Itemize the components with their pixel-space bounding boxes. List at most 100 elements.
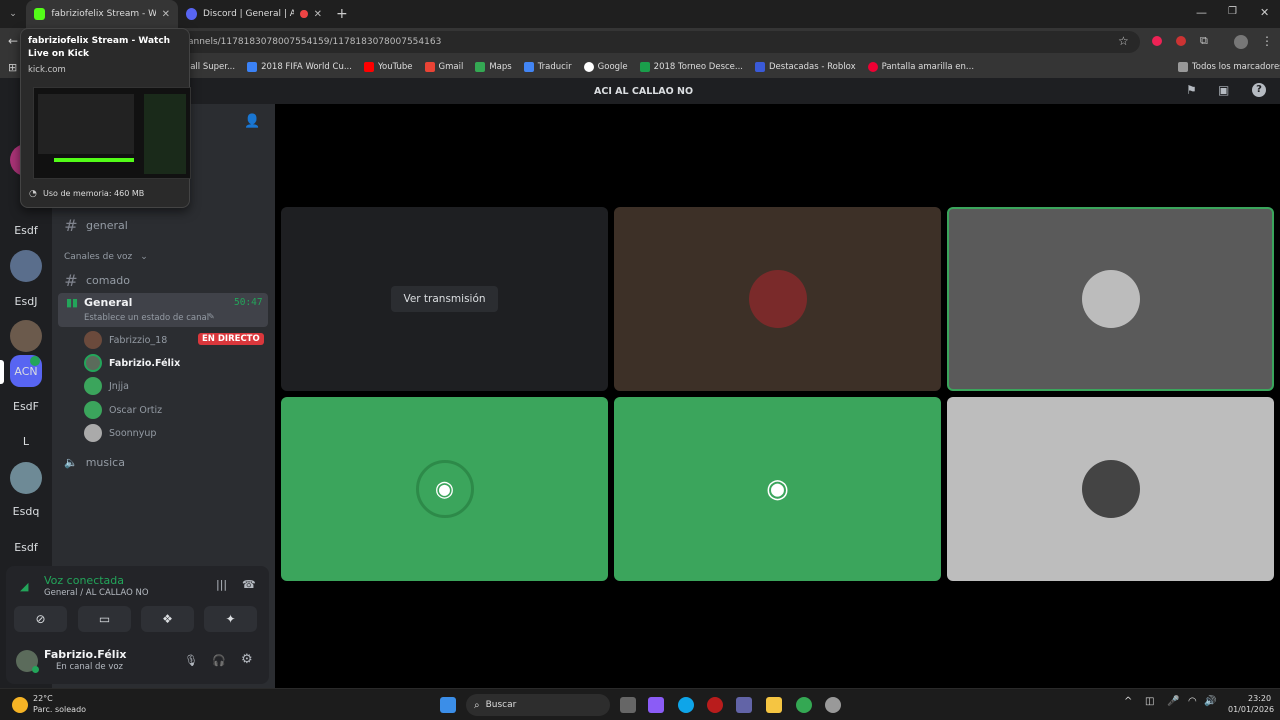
windows-start-icon[interactable] — [440, 697, 456, 713]
headphones-icon[interactable]: 🎧 — [212, 654, 226, 667]
bookmark[interactable]: Pantalla amarilla en... — [867, 62, 974, 72]
bookmark[interactable]: Traducir — [523, 62, 572, 72]
star-icon[interactable]: ☆ — [1118, 34, 1129, 48]
server-avatar[interactable] — [10, 250, 42, 282]
extension-icon[interactable] — [1176, 36, 1186, 46]
server-item[interactable]: Esdf — [10, 214, 42, 246]
all-bookmarks[interactable]: Todos los marcadores — [1178, 62, 1280, 72]
participant-tile[interactable]: ◉ — [614, 397, 941, 581]
voice-member[interactable]: Oscar Ortiz — [84, 401, 162, 419]
bookmark[interactable]: 2018 Torneo Desce... — [639, 62, 743, 72]
participant-tile[interactable] — [614, 207, 941, 391]
wifi-icon[interactable]: ◠ — [1188, 696, 1197, 707]
tab-menu-chevron-icon[interactable]: ⌄ — [0, 9, 26, 19]
server-item[interactable]: EsdF — [10, 390, 42, 422]
channel-general-voice[interactable]: ▮▮ General 50:47 Establece un estado de … — [58, 293, 268, 327]
edge-icon[interactable] — [678, 697, 694, 713]
server-item[interactable]: Esdf — [10, 531, 42, 563]
bookmark[interactable]: Gmail — [424, 62, 463, 72]
restore-button[interactable]: ❐ — [1228, 6, 1237, 17]
bookmark[interactable]: all Super... — [190, 62, 235, 72]
stream-tile[interactable]: Ver transmisión — [281, 207, 608, 391]
volume-icon[interactable]: 🔊 — [1204, 696, 1216, 707]
channel-status-prompt[interactable]: Establece un estado de canal — [84, 313, 209, 323]
screen-share-button[interactable]: ▭ — [78, 606, 131, 632]
tab-discord[interactable]: Discord | General | AL CALL ✕ — [178, 0, 330, 28]
tab-kick[interactable]: fabriziofelix Stream - Watch Live ✕ — [26, 0, 178, 28]
add-member-icon[interactable]: 👤 — [244, 114, 260, 129]
bookmark[interactable]: YouTube — [363, 62, 413, 72]
avatar — [84, 354, 102, 372]
back-icon[interactable]: ← — [8, 34, 18, 48]
close-window-button[interactable]: ✕ — [1260, 6, 1269, 19]
voice-member[interactable]: Fabrizio.Félix — [84, 354, 180, 372]
participant-tile[interactable]: ◉ — [281, 397, 608, 581]
menu-icon[interactable]: ⋮ — [1261, 34, 1273, 48]
settings-gear-icon[interactable]: ⚙ — [241, 652, 253, 667]
soundboard-button[interactable]: ✦ — [204, 606, 257, 632]
extension-icon[interactable] — [1152, 36, 1162, 46]
clock-time[interactable]: 23:20 — [1248, 694, 1271, 703]
participant-tile[interactable] — [947, 397, 1274, 581]
channel-general-text[interactable]: # general — [64, 216, 128, 235]
activities-icon: ❖ — [162, 612, 173, 626]
voice-category[interactable]: Canales de voz ⌄ — [64, 252, 148, 262]
flag-icon[interactable]: ⚑ — [1186, 83, 1197, 97]
server-item[interactable]: L — [10, 425, 42, 457]
help-icon[interactable]: ? — [1252, 83, 1266, 97]
voice-member[interactable]: Jnjja — [84, 377, 129, 395]
minimize-button[interactable]: — — [1196, 6, 1207, 19]
inbox-icon[interactable]: ▣ — [1218, 83, 1229, 97]
chrome-icon[interactable] — [796, 697, 812, 713]
camera-off-button[interactable]: ⊘ — [14, 606, 67, 632]
pencil-icon[interactable]: ✎ — [208, 312, 215, 321]
voice-stage: Ver transmisión ◉ ◉ — [275, 104, 1280, 688]
new-tab-button[interactable]: + — [336, 6, 348, 22]
app-icon[interactable] — [707, 697, 723, 713]
channel-comado[interactable]: # comado — [64, 271, 130, 290]
voice-wave-icon: ▮▮ — [66, 296, 79, 309]
app-icon[interactable] — [825, 697, 841, 713]
weather-icon[interactable] — [12, 697, 28, 713]
server-avatar[interactable] — [10, 462, 42, 494]
discord-logo-icon: ◉ — [415, 460, 474, 518]
puzzle-icon[interactable]: ⧉ — [1200, 34, 1208, 48]
clock-date[interactable]: 01/01/2026 — [1228, 705, 1274, 714]
bookmark[interactable]: 2018 FIFA World Cu... — [247, 62, 352, 72]
apps-icon[interactable]: ⊞ — [8, 61, 17, 74]
tray-icon[interactable]: 🎤 — [1167, 696, 1179, 707]
voice-timer: 50:47 — [234, 297, 263, 308]
tray-icon[interactable]: ◫ — [1145, 696, 1154, 707]
username[interactable]: Fabrizio.Félix — [44, 648, 126, 661]
close-tab-icon[interactable]: ✕ — [162, 9, 170, 20]
server-avatar[interactable] — [10, 320, 42, 352]
bookmark[interactable]: Destacadas - Roblox — [755, 62, 856, 72]
participant-tile-speaking[interactable] — [947, 207, 1274, 391]
close-tab-icon[interactable]: ✕ — [314, 9, 322, 20]
hover-card-preview — [33, 87, 191, 179]
url-field[interactable]: annels/1178183078007554159/1178183078007… — [180, 31, 1140, 53]
file-explorer-icon[interactable] — [766, 697, 782, 713]
discord-icon — [186, 8, 197, 20]
server-item[interactable]: Esdq — [10, 495, 42, 527]
taskbar: 22°C Parc. soleado ⌕ Buscar ^ ◫ 🎤 ◠ 🔊 23… — [0, 688, 1280, 720]
profile-avatar[interactable] — [1234, 35, 1248, 49]
server-item[interactable]: EsdJ — [10, 285, 42, 317]
bookmark[interactable]: Google — [583, 62, 628, 72]
microphone-icon[interactable]: 🎙 — [184, 654, 198, 667]
activities-button[interactable]: ❖ — [141, 606, 194, 632]
bookmark-icon — [247, 62, 258, 72]
voice-location[interactable]: General / AL CALLAO NO — [44, 588, 149, 598]
voice-member[interactable]: Soonnyup — [84, 424, 156, 442]
disconnect-icon[interactable]: ☎ — [242, 578, 256, 591]
tray-chevron-icon[interactable]: ^ — [1124, 696, 1132, 707]
copilot-icon[interactable] — [648, 697, 664, 713]
channel-musica[interactable]: 🔈 musica — [64, 456, 125, 469]
watch-stream-button[interactable]: Ver transmisión — [391, 286, 498, 312]
taskbar-search[interactable]: ⌕ Buscar — [466, 694, 610, 716]
bookmark[interactable]: Maps — [475, 62, 512, 72]
noise-suppression-icon[interactable]: ||| — [216, 578, 227, 591]
voice-member[interactable]: Fabrizzio_18 — [84, 331, 167, 349]
task-view-icon[interactable] — [620, 697, 636, 713]
teams-icon[interactable] — [736, 697, 752, 713]
